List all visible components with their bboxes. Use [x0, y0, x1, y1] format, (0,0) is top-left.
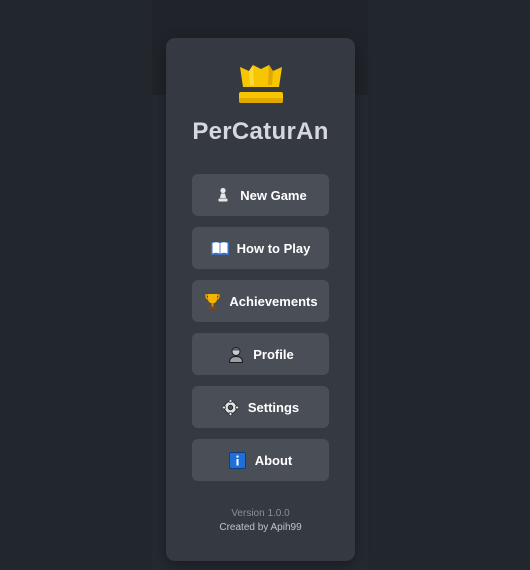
achievements-label: Achievements [229, 293, 318, 309]
book-icon [210, 239, 229, 257]
crown-icon [239, 65, 283, 103]
settings-button[interactable]: Settings [192, 386, 329, 428]
new-game-label: New Game [240, 187, 307, 203]
about-button[interactable]: About [192, 439, 329, 481]
pawn-icon [214, 186, 232, 204]
about-label: About [254, 452, 293, 468]
user-icon [227, 345, 245, 363]
settings-label: Settings [247, 399, 300, 415]
info-icon [229, 451, 247, 469]
main-menu-panel: PerCaturAn New Game How to Play Achievem… [166, 38, 355, 561]
how-to-play-button[interactable]: How to Play [192, 227, 329, 269]
how-to-play-label: How to Play [236, 240, 311, 256]
achievements-button[interactable]: Achievements [192, 280, 329, 322]
profile-label: Profile [253, 346, 294, 362]
version-text: Version 1.0.0 [231, 508, 290, 519]
gear-icon [222, 398, 240, 416]
profile-button[interactable]: Profile [192, 333, 329, 375]
app-title: PerCaturAn [192, 118, 329, 145]
new-game-button[interactable]: New Game [192, 174, 329, 216]
trophy-icon [203, 292, 221, 310]
credit-text: Created by Apih99 [219, 522, 302, 533]
